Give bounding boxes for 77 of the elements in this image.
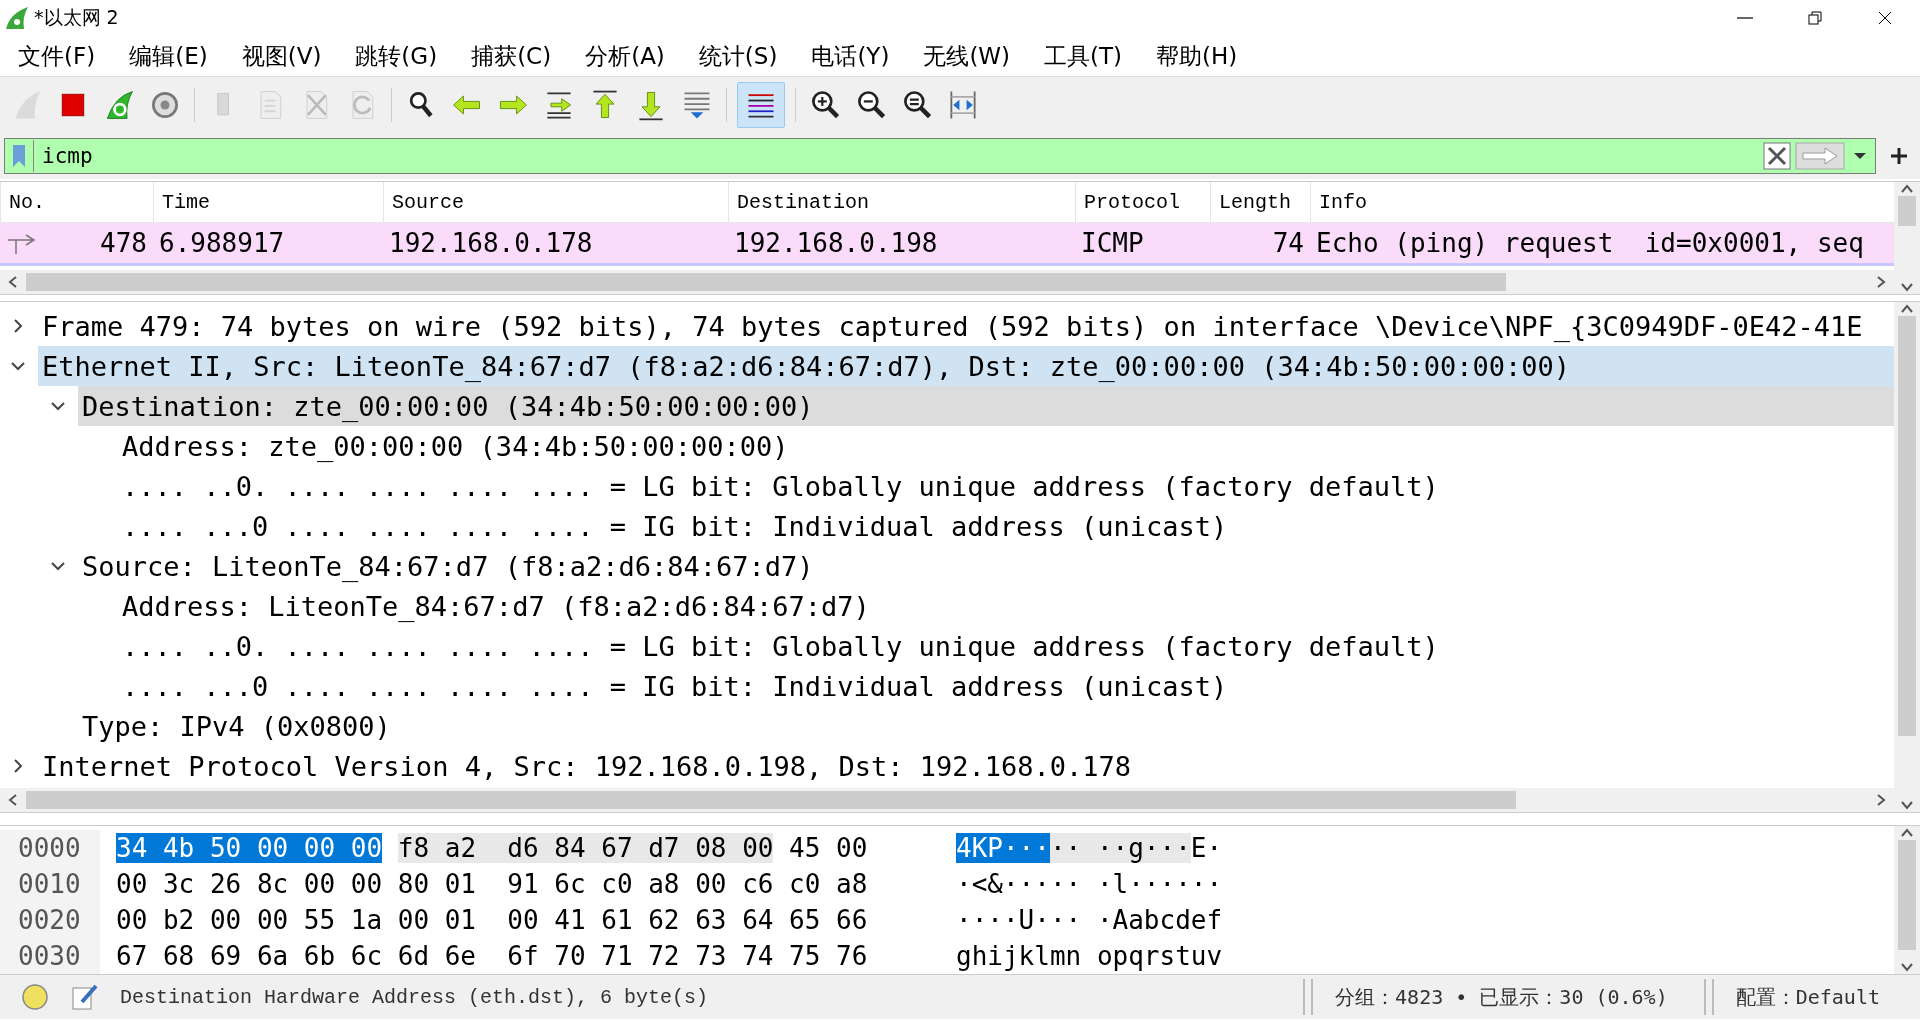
restore-icon [1807, 10, 1823, 26]
scrollbar-thumb[interactable] [1898, 196, 1916, 226]
horizontal-scrollbar[interactable] [0, 270, 1894, 294]
offset-label: 0010 [0, 866, 100, 902]
hex-bytes[interactable]: 67 68 69 6a 6b 6c 6d 6e 6f 70 71 72 73 74 75 76 [116, 941, 868, 971]
tree-item[interactable]: .... ...0 .... .... .... .... = IG bit: Individual address (unicast) [118, 666, 1894, 706]
table-cell: 6.988917 [159, 228, 285, 258]
menu-item[interactable]: 分析(A) [585, 36, 665, 76]
tree-item[interactable]: Frame 479: 74 bytes on wire (592 bits), 74 bytes captured (592 bits) on interface \Device\NPF_{3C0949DF-0E42-41E [38, 306, 1894, 346]
vertical-scrollbar[interactable] [1894, 182, 1920, 294]
menu-item[interactable]: 文件(F) [18, 36, 96, 76]
offset-label: 0020 [0, 902, 100, 938]
minimize-icon [1737, 17, 1753, 19]
offset-label: 0030 [0, 938, 100, 974]
tree-item[interactable]: .... ..0. .... .... .... .... = LG bit: Globally unique address (factory default) [118, 626, 1894, 666]
display-filter-field[interactable]: icmp [4, 138, 1876, 174]
scrollbar-thumb[interactable] [1898, 316, 1916, 736]
status-circle-icon[interactable] [20, 982, 50, 1012]
packet-count: 分组：4823 • 已显示：30 (0.6%) [1335, 983, 1668, 1011]
menu-item[interactable]: 统计(S) [698, 36, 778, 76]
scrollbar-thumb[interactable] [1898, 840, 1916, 950]
hex-bytes[interactable]: 00 3c 26 8c 00 00 80 01 91 6c c0 a8 00 c6 c0 a8 [116, 869, 868, 899]
tree-item[interactable]: .... ..0. .... .... .... .... = LG bit: Globally unique address (factory default) [118, 466, 1894, 506]
shark-fin-logo-icon [4, 5, 30, 31]
ascii-text[interactable]: ·· ··g··· [1049, 833, 1191, 863]
column-header[interactable]: Destination [728, 182, 1075, 222]
scrollbar-thumb[interactable] [26, 791, 1516, 809]
tree-item[interactable]: Type: IPv4 (0x0800) [78, 706, 1894, 746]
menu-item[interactable]: 工具(T) [1044, 36, 1123, 76]
hex-bytes[interactable]: 34 4b 50 00 00 00 [116, 833, 383, 863]
menu-item[interactable]: 捕获(C) [471, 36, 552, 76]
table-cell: ICMP [1081, 228, 1144, 258]
packet-row[interactable]: 478 6.988917 192.168.0.178 192.168.0.198 ICMP 74 Echo (ping) request id=0x0001, seq [0, 223, 1894, 266]
tree-item[interactable]: Internet Protocol Version 4, Src: 192.168.0.198, Dst: 192.168.0.178 [38, 746, 1894, 786]
tree-item[interactable]: Address: zte_00:00:00 (34:4b:50:00:00:00) [118, 426, 1894, 466]
menu-item[interactable]: 跳转(G) [355, 36, 438, 76]
hex-bytes[interactable]: 00 b2 00 00 55 1a 00 01 00 41 61 62 63 64 65 66 [116, 905, 868, 935]
bookmark-icon[interactable] [11, 143, 27, 169]
close-icon [1877, 10, 1893, 26]
column-header[interactable]: Time [153, 182, 383, 222]
offset-label: 0000 [0, 830, 100, 866]
column-header[interactable]: Source [383, 182, 728, 222]
menu-item[interactable]: 编辑(E) [129, 36, 208, 76]
profile-label[interactable]: 配置：Default [1735, 983, 1880, 1011]
edit-icon[interactable] [70, 982, 100, 1012]
tree-item[interactable]: Address: LiteonTe_84:67:d7 (f8:a2:d6:84:67:d7) [118, 586, 1894, 626]
ascii-text[interactable]: E· [1190, 833, 1223, 863]
table-cell: 192.168.0.178 [389, 228, 593, 258]
menu-item[interactable]: 视图(V) [241, 36, 322, 76]
vertical-scrollbar[interactable] [1894, 302, 1920, 812]
tree-item[interactable]: Ethernet II, Src: LiteonTe_84:67:d7 (f8:a2:d6:84:67:d7), Dst: zte_00:00:00 (34:4b:50:00:00:00) [38, 346, 1894, 386]
table-cell: 74 [1272, 228, 1304, 258]
ascii-text[interactable]: ·<&····· ·l······ [956, 869, 1223, 899]
horizontal-scrollbar[interactable] [0, 788, 1894, 812]
ascii-text[interactable]: ghijklmn opqrstuv [956, 941, 1223, 971]
column-header[interactable]: Protocol [1075, 182, 1210, 222]
tree-item[interactable]: Source: LiteonTe_84:67:d7 (f8:a2:d6:84:67:d7) [78, 546, 1894, 586]
table-cell: Echo (ping) request id=0x0001, seq [1316, 228, 1864, 258]
menu-item[interactable]: 无线(W) [923, 36, 1011, 76]
vertical-scrollbar[interactable] [1894, 826, 1920, 974]
scrollbar-thumb[interactable] [26, 273, 1506, 291]
window-title: *以太网 2 [34, 5, 119, 30]
field-info: Destination Hardware Address (eth.dst), 6 byte(s) [120, 985, 709, 1009]
ascii-text[interactable]: 4KP··· [956, 833, 1050, 863]
hex-bytes[interactable]: f8 a2 d6 84 67 d7 08 00 [397, 833, 774, 863]
table-cell: 192.168.0.198 [734, 228, 938, 258]
colored-lines-icon[interactable] [737, 82, 785, 128]
clear-icon[interactable] [1763, 141, 1791, 171]
tree-item[interactable]: Destination: zte_00:00:00 (34:4b:50:00:00:00) [78, 386, 1894, 426]
menu-item[interactable]: 帮助(H) [1156, 36, 1238, 76]
hex-bytes[interactable]: 45 00 [789, 833, 868, 863]
column-header[interactable]: Length [1210, 182, 1310, 222]
menu-item[interactable]: 电话(Y) [811, 36, 890, 76]
table-cell: 478 [100, 228, 147, 258]
ascii-text[interactable]: ····U··· ·Aabcdef [956, 905, 1223, 935]
tree-item[interactable]: .... ...0 .... .... .... .... = IG bit: Individual address (unicast) [118, 506, 1894, 546]
column-header[interactable]: No. [0, 182, 153, 222]
